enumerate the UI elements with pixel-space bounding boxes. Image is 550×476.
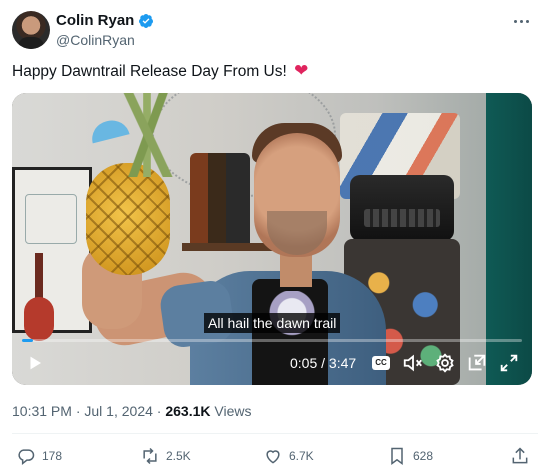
verified-badge-icon [139, 14, 154, 28]
video-caption: All hail the dawn trail [204, 313, 341, 333]
reply-count: 178 [42, 449, 63, 463]
meta-separator: · [71, 403, 85, 419]
repost-icon [143, 447, 157, 465]
bookmark-button[interactable]: 628 [387, 446, 433, 466]
tweet-body: Happy Dawntrail Release Day From Us! [12, 63, 287, 80]
tweet-text: Happy Dawntrail Release Day From Us! ❤ [12, 60, 308, 83]
tweet-meta: 10:31 PM · Jul 1, 2024 · 263.1K Views [12, 402, 251, 420]
views-count: 263.1K [165, 403, 211, 419]
divider [12, 433, 538, 434]
author-handle[interactable]: @ColinRyan [56, 31, 135, 49]
video-time: 0:05 / 3:47 [290, 355, 357, 371]
reply-button[interactable]: 178 [16, 446, 62, 466]
bookmark-count: 628 [413, 449, 434, 463]
views-label: Views [210, 403, 252, 419]
like-button[interactable]: 6.7K [263, 446, 314, 466]
author-name[interactable]: Colin Ryan [56, 12, 134, 30]
tweet-date[interactable]: Jul 1, 2024 [84, 403, 153, 419]
author-name-row: Colin Ryan [56, 12, 154, 30]
play-icon[interactable] [26, 354, 44, 372]
picture-in-picture-icon[interactable] [466, 352, 488, 374]
video-controls: 0:05 / 3:47 CC [12, 341, 532, 385]
meta-separator: · [152, 403, 166, 419]
heart-emoji: ❤ [294, 61, 309, 80]
share-icon [512, 447, 528, 464]
share-button[interactable] [510, 446, 530, 466]
avatar[interactable] [12, 11, 50, 49]
settings-icon[interactable] [434, 352, 456, 374]
reply-icon [18, 449, 35, 466]
tweet-time[interactable]: 10:31 PM [12, 403, 72, 419]
heart-icon [266, 450, 280, 464]
cc-icon[interactable]: CC [372, 356, 390, 370]
bookmark-icon [391, 447, 403, 465]
repost-count: 2.5K [166, 449, 191, 463]
mute-icon[interactable] [402, 352, 424, 374]
like-count: 6.7K [289, 449, 314, 463]
fullscreen-icon[interactable] [498, 352, 520, 374]
video-player[interactable]: All hail the dawn trail 0:05 / 3:47 CC [12, 93, 532, 385]
more-options-icon[interactable] [510, 12, 532, 30]
repost-button[interactable]: 2.5K [140, 446, 191, 466]
